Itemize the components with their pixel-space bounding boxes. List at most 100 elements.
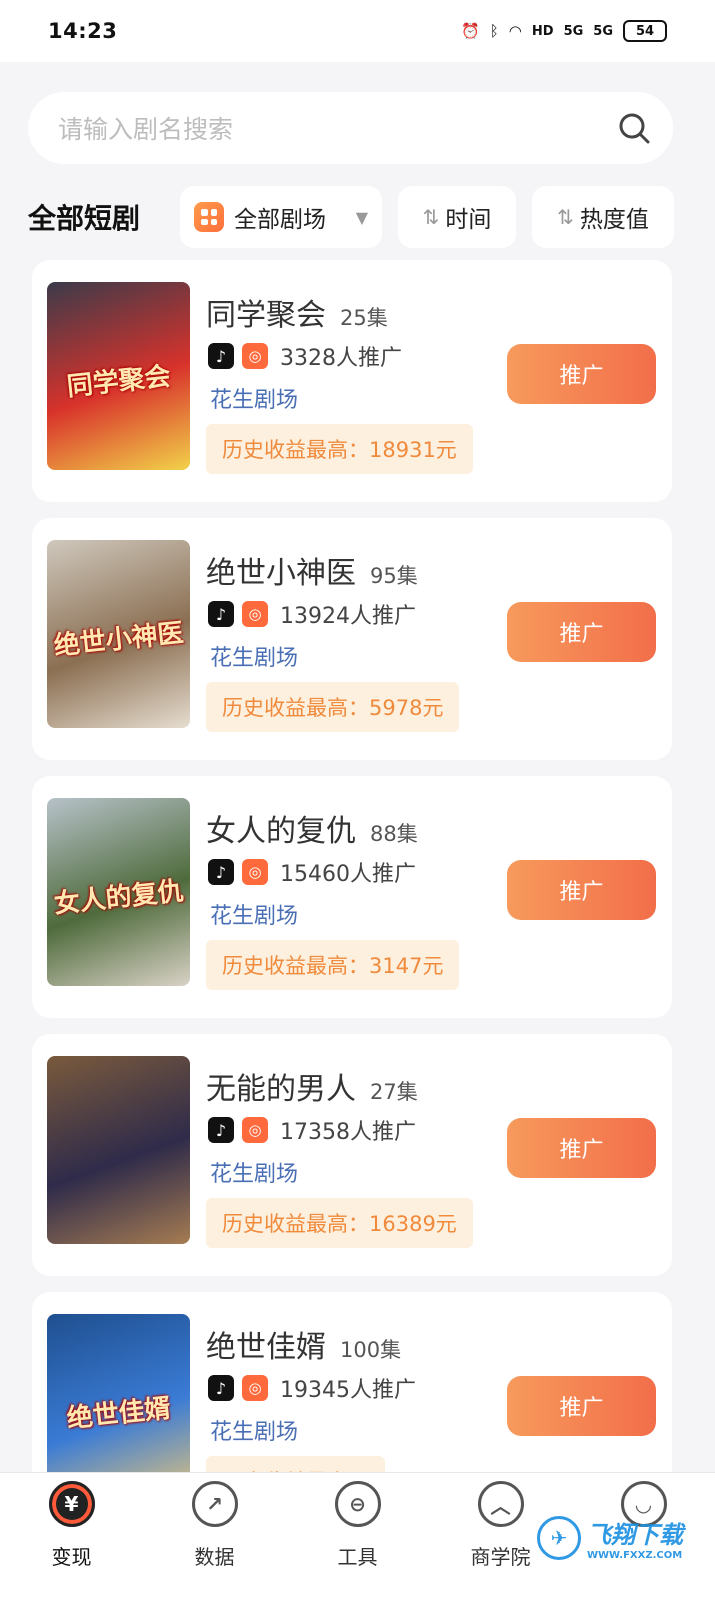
promoter-count: 19345人推广 (280, 1378, 416, 1403)
kuaishou-icon: ◎ (242, 601, 268, 627)
tab-item[interactable]: ⊖ 工具 (286, 1473, 429, 1599)
douyin-icon: ♪ (208, 1375, 234, 1401)
signal-icon: 5G (563, 23, 584, 39)
battery-icon: 54 (623, 20, 667, 42)
sort-icon: ⇅ (557, 205, 574, 229)
max-earning-badge: 历史收益最高：3147元 (206, 940, 460, 990)
max-earning-badge: 历史收益最高：16389元 (206, 1198, 473, 1248)
drama-poster[interactable]: 女人的复仇 (47, 798, 190, 986)
promote-button[interactable]: 推广 (507, 602, 656, 662)
tab-label: 商学院 (470, 1545, 531, 1569)
poster-title: 女人的复仇 (52, 876, 185, 920)
drama-poster[interactable] (47, 1056, 190, 1244)
douyin-icon: ♪ (208, 859, 234, 885)
kuaishou-icon: ◎ (242, 1117, 268, 1143)
promote-button[interactable]: 推广 (507, 860, 656, 920)
drama-card[interactable]: 无能的男人 27集 ♪ ◎ 17358人推广 花生剧场 历史收益最高：16389… (32, 1034, 672, 1276)
bluetooth-icon: ᛒ (489, 22, 499, 40)
tab-label: 数据 (194, 1545, 235, 1569)
drama-poster[interactable]: 同学聚会 (47, 282, 190, 470)
filter-bar: 全部短剧 全部剧场 ▼ ⇅ 时间 ⇅ 热度值 (28, 186, 678, 248)
promoter-count: 17358人推广 (280, 1120, 416, 1145)
watermark-text-group: 飞翔下载 WWW.FXXZ.COM (587, 1515, 683, 1561)
drama-poster[interactable]: 绝世小神医 (47, 540, 190, 728)
sort-icon: ⇅ (422, 205, 440, 229)
tools-icon: ⊖ (334, 1481, 381, 1527)
sort-time-label: 时间 (445, 207, 492, 233)
drama-card[interactable]: 绝世小神医 绝世小神医 95集 ♪ ◎ 13924人推广 花生剧场 历史收益最高… (32, 518, 672, 760)
drama-name: 女人的复仇 (206, 814, 356, 849)
tab-label: 变现 (51, 1545, 92, 1569)
theater-link[interactable]: 花生剧场 (210, 640, 298, 672)
theater-link[interactable]: 花生剧场 (210, 1414, 298, 1446)
search-placeholder: 请输入剧名搜索 (58, 115, 234, 144)
theater-grid-icon (194, 202, 224, 232)
drama-episodes: 95集 (370, 564, 418, 588)
status-icons: ⏰ ᛒ ◠ HD 5G 5G 54 (461, 20, 667, 42)
kuaishou-icon: ◎ (242, 343, 268, 369)
alarm-icon: ⏰ (461, 22, 480, 40)
kuaishou-icon: ◎ (242, 859, 268, 885)
promoter-count: 3328人推广 (280, 346, 402, 371)
douyin-icon: ♪ (208, 343, 234, 369)
caret-down-icon: ▼ (355, 207, 368, 227)
theater-link[interactable]: 花生剧场 (210, 1156, 298, 1188)
theater-link[interactable]: 花生剧场 (210, 382, 298, 414)
promoter-row: ♪ ◎ 17358人推广 (208, 1114, 416, 1146)
promoter-count: 13924人推广 (280, 604, 416, 629)
drama-name: 无能的男人 (206, 1072, 356, 1107)
max-earning-badge: 历史收益最高：18931元 (206, 424, 473, 474)
promoter-row: ♪ ◎ 3328人推广 (208, 340, 402, 372)
douyin-icon: ♪ (208, 1117, 234, 1143)
status-time: 14:23 (48, 19, 118, 43)
section-title: 全部短剧 (28, 202, 141, 235)
watermark-text: 飞翔下载 (587, 1521, 683, 1549)
sort-heat-label: 热度值 (579, 207, 649, 233)
promoter-count: 15460人推广 (280, 862, 416, 887)
drama-name: 绝世佳婿 (206, 1330, 326, 1365)
chart-line-icon: ↗ (191, 1481, 238, 1527)
poster-title: 绝世小神医 (52, 618, 185, 662)
promoter-row: ♪ ◎ 19345人推广 (208, 1372, 416, 1404)
tab-item[interactable]: ¥ 变现 (0, 1473, 143, 1599)
drama-episodes: 100集 (340, 1338, 402, 1362)
signal-icon-2: 5G (593, 23, 613, 39)
drama-episodes: 88集 (370, 822, 418, 846)
drama-card[interactable]: 同学聚会 同学聚会 25集 ♪ ◎ 3328人推广 花生剧场 历史收益最高：18… (32, 260, 672, 502)
drama-episodes: 25集 (340, 306, 388, 330)
douyin-icon: ♪ (208, 601, 234, 627)
watermark-sub: WWW.FXXZ.COM (587, 1550, 683, 1561)
drama-title-row: 绝世小神医 95集 (206, 548, 418, 592)
watermark: ✈ 飞翔下载 WWW.FXXZ.COM (537, 1508, 697, 1568)
search-input[interactable]: 请输入剧名搜索 (28, 92, 673, 164)
drama-title-row: 同学聚会 25集 (206, 290, 388, 334)
drama-title-row: 女人的复仇 88集 (206, 806, 418, 850)
promote-button[interactable]: 推广 (507, 344, 656, 404)
theater-filter-label: 全部剧场 (234, 207, 326, 233)
chevron-up-icon: ︿ (477, 1481, 524, 1527)
status-bar: 14:23 ⏰ ᛒ ◠ HD 5G 5G 54 (0, 0, 715, 62)
theater-filter-dropdown[interactable]: 全部剧场 ▼ (180, 186, 382, 248)
promote-button[interactable]: 推广 (507, 1118, 656, 1178)
sort-heat-button[interactable]: ⇅ 热度值 (532, 186, 674, 248)
tab-label: 工具 (337, 1545, 378, 1569)
tab-item[interactable]: ↗ 数据 (143, 1473, 286, 1599)
wifi-icon: ◠ (508, 22, 522, 40)
promoter-row: ♪ ◎ 13924人推广 (208, 598, 416, 630)
promote-button[interactable]: 推广 (507, 1376, 656, 1436)
poster-title: 绝世佳婿 (65, 1393, 173, 1435)
yuan-icon: ¥ (48, 1481, 95, 1527)
search-icon[interactable] (617, 111, 651, 145)
kuaishou-icon: ◎ (242, 1375, 268, 1401)
drama-name: 同学聚会 (206, 298, 326, 333)
promoter-row: ♪ ◎ 15460人推广 (208, 856, 416, 888)
drama-card[interactable]: 女人的复仇 女人的复仇 88集 ♪ ◎ 15460人推广 花生剧场 历史收益最高… (32, 776, 672, 1018)
drama-name: 绝世小神医 (206, 556, 356, 591)
sort-time-button[interactable]: ⇅ 时间 (398, 186, 516, 248)
max-earning-badge: 历史收益最高：5978元 (206, 682, 460, 732)
drama-title-row: 无能的男人 27集 (206, 1064, 418, 1108)
drama-title-row: 绝世佳婿 100集 (206, 1322, 401, 1366)
hd-icon: HD (531, 23, 554, 39)
theater-link[interactable]: 花生剧场 (210, 898, 298, 930)
poster-title: 同学聚会 (65, 361, 173, 403)
